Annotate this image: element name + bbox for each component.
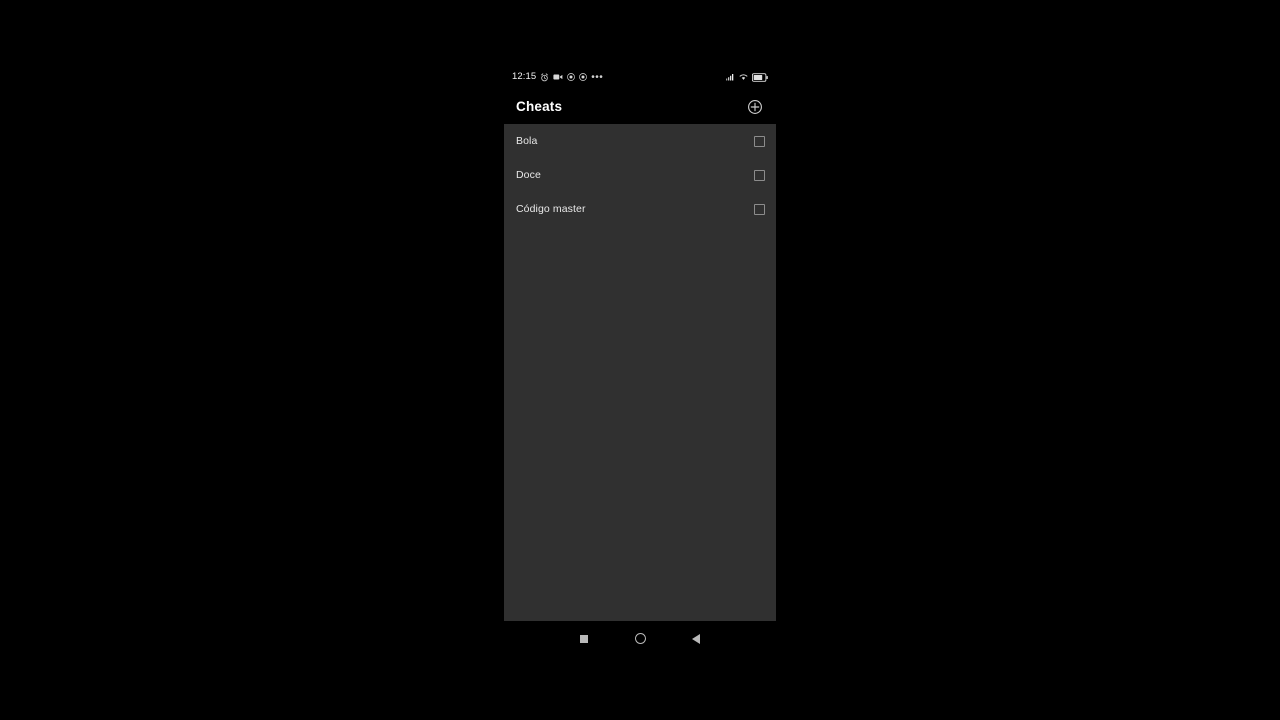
home-button[interactable] xyxy=(612,621,668,656)
recents-button[interactable] xyxy=(556,621,612,656)
phone-screen: 12:15 ••• Cheats Bola Doce Código master xyxy=(504,64,776,656)
status-bar-clock: 12:15 xyxy=(512,71,537,83)
cheat-enable-checkbox[interactable] xyxy=(754,135,765,147)
battery-icon xyxy=(752,72,768,82)
app-bar: Cheats xyxy=(504,90,776,124)
cellular-signal-icon xyxy=(726,73,735,81)
screen-root: 12:15 ••• Cheats Bola Doce Código master xyxy=(0,0,1280,720)
circle-home-icon xyxy=(634,633,646,644)
status-bar-left-group: 12:15 ••• xyxy=(512,72,603,82)
alarm-clock-icon xyxy=(540,72,549,82)
page-title: Cheats xyxy=(516,99,563,115)
cheat-name: Doce xyxy=(516,168,541,181)
status-bar: 12:15 ••• xyxy=(504,64,776,90)
android-navigation-bar xyxy=(504,621,776,656)
add-cheat-button[interactable] xyxy=(745,97,765,117)
cheat-enable-checkbox[interactable] xyxy=(754,203,765,215)
screen-cast-circle-icon xyxy=(579,73,588,81)
cheat-name: Bola xyxy=(516,134,538,147)
square-recents-icon xyxy=(580,634,588,643)
cheat-name: Código master xyxy=(516,202,586,215)
table-row[interactable]: Código master xyxy=(504,192,776,226)
cheat-enable-checkbox[interactable] xyxy=(754,169,765,181)
video-camera-icon xyxy=(553,73,563,81)
back-button[interactable] xyxy=(668,621,724,656)
screen-record-circle-icon xyxy=(567,73,576,81)
table-row[interactable]: Bola xyxy=(504,124,776,158)
triangle-back-icon xyxy=(692,633,700,644)
wifi-icon xyxy=(739,73,748,81)
table-row[interactable]: Doce xyxy=(504,158,776,192)
cheat-list: Bola Doce Código master xyxy=(504,124,776,621)
status-bar-right-group xyxy=(726,72,768,82)
more-notifications-ellipsis-icon: ••• xyxy=(591,71,604,83)
